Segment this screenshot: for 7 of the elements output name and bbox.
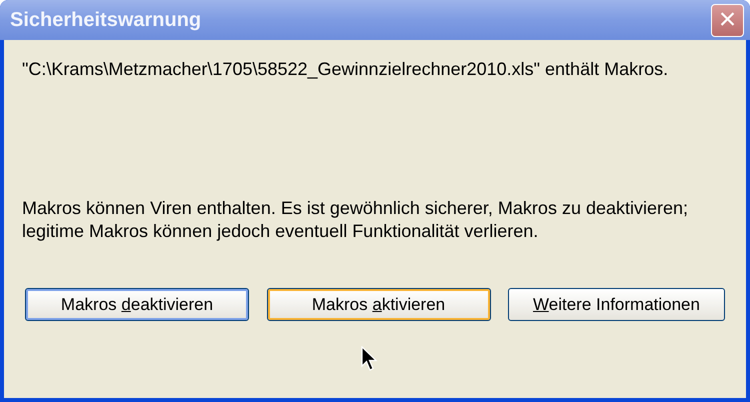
dialog-button[interactable]: Weitere Informationen: [508, 288, 725, 321]
dialog-button[interactable]: Makros aktivieren: [266, 288, 490, 321]
cursor-icon: [361, 346, 378, 372]
file-message: "C:\Krams\Metzmacher\1705\58522_Gewinnzielrechner2010.xls" enthält Makros.: [22, 58, 670, 81]
warning-message: Makros können Viren enthalten. Es ist gewöhnlich sicherer, Makros zu deaktivieren; legitime Makros können jedoch eventuell Funktionalität verlieren.: [22, 197, 690, 243]
dialog-button[interactable]: Makros deaktivieren: [25, 288, 249, 321]
window-title: Sicherheitswarnung: [10, 8, 202, 33]
